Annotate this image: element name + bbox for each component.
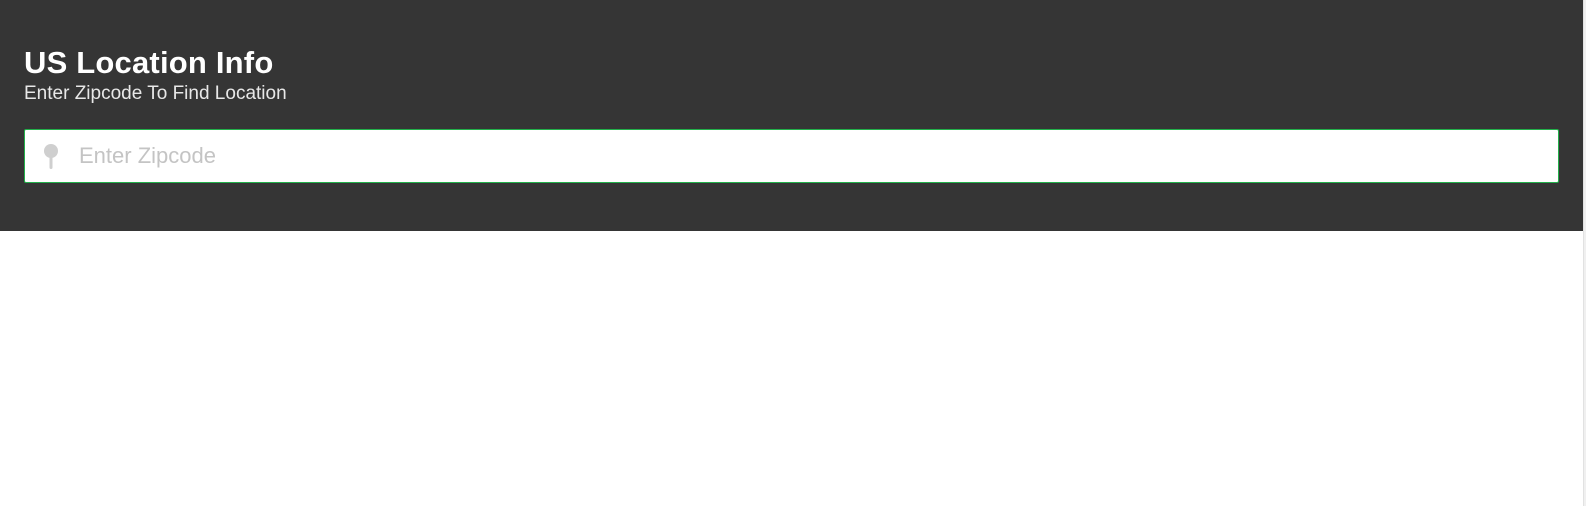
page-title: US Location Info xyxy=(24,45,274,80)
map-pin-icon xyxy=(44,144,58,169)
zipcode-input[interactable] xyxy=(79,130,1549,182)
header: US Location Info Enter Zipcode To Find L… xyxy=(0,0,1583,231)
page-subtitle: Enter Zipcode To Find Location xyxy=(24,83,287,104)
zipcode-search-box[interactable] xyxy=(24,129,1559,183)
